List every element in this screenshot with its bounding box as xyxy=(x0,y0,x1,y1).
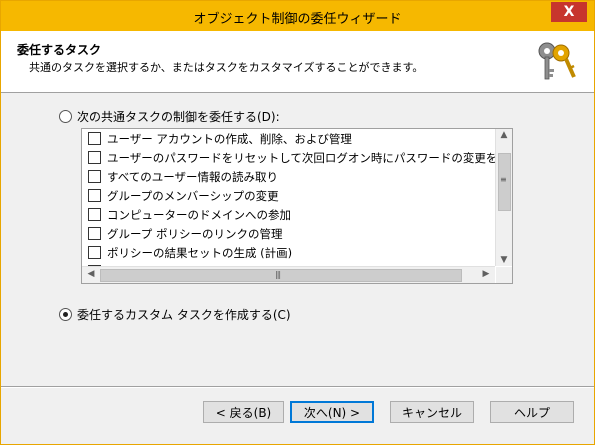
grip-icon: ||| xyxy=(275,270,281,279)
close-button[interactable]: X xyxy=(551,2,587,22)
keys-icon xyxy=(538,42,576,80)
task-checkbox[interactable] xyxy=(88,246,101,259)
grip-icon: ≡ xyxy=(500,175,507,184)
task-list-item[interactable]: すべてのユーザー情報の読み取り xyxy=(82,167,495,186)
scroll-down-icon[interactable]: ▼ xyxy=(496,255,512,265)
task-label: コンピューターのドメインへの参加 xyxy=(107,207,291,222)
task-list-item[interactable]: ユーザー アカウントの作成、削除、および管理 xyxy=(82,129,495,148)
task-label: グループのメンバーシップの変更 xyxy=(107,188,279,203)
scrollbar-corner xyxy=(496,267,512,283)
title-bar[interactable]: オブジェクト制御の委任ウィザード X xyxy=(1,1,594,31)
wizard-header: 委任するタスク 共通のタスクを選択するか、またはタスクをカスタマイズすることがで… xyxy=(1,31,594,93)
vertical-scroll-thumb[interactable]: ≡ xyxy=(498,153,511,211)
task-label: ポリシーの結果セットの生成 (計画) xyxy=(107,245,293,260)
task-checkbox[interactable] xyxy=(88,151,101,164)
task-list[interactable]: ユーザー アカウントの作成、削除、および管理ユーザーのパスワードをリセットして次… xyxy=(81,128,513,284)
task-label: すべてのユーザー情報の読み取り xyxy=(107,169,279,184)
task-checkbox[interactable] xyxy=(88,189,101,202)
wizard-window: オブジェクト制御の委任ウィザード X 委任するタスク 共通のタスクを選択するか、… xyxy=(0,0,595,445)
option-custom-task[interactable]: 委任するカスタム タスクを作成する(C) xyxy=(59,306,291,323)
page-subtitle: 共通のタスクを選択するか、またはタスクをカスタマイズすることができます。 xyxy=(29,61,424,74)
task-list-item[interactable]: グループのメンバーシップの変更 xyxy=(82,186,495,205)
task-label: グループ ポリシーのリンクの管理 xyxy=(107,226,283,241)
scroll-right-icon[interactable]: ▶ xyxy=(478,269,494,279)
horizontal-scrollbar[interactable]: ◀ ||| ▶ xyxy=(82,266,495,283)
vertical-scrollbar[interactable]: ▲ ≡ ▼ xyxy=(495,129,512,266)
common-tasks-label: 次の共通タスクの制御を委任する(D): xyxy=(77,110,280,124)
task-list-item[interactable]: グループ ポリシーのリンクの管理 xyxy=(82,224,495,243)
option-common-tasks[interactable]: 次の共通タスクの制御を委任する(D): xyxy=(59,108,280,125)
task-label: ユーザー アカウントの作成、削除、および管理 xyxy=(107,131,352,146)
help-button[interactable]: ヘルプ xyxy=(490,401,574,423)
custom-task-radio[interactable] xyxy=(59,308,72,321)
next-button[interactable]: 次へ(N) > xyxy=(290,401,374,423)
scroll-left-icon[interactable]: ◀ xyxy=(83,269,99,279)
custom-task-label: 委任するカスタム タスクを作成する(C) xyxy=(77,308,291,322)
task-checkbox[interactable] xyxy=(88,132,101,145)
task-checkbox[interactable] xyxy=(88,170,101,183)
task-list-item[interactable]: ユーザーのパスワードをリセットして次回ログオン時にパスワードの変更を要求する xyxy=(82,148,495,167)
task-list-item[interactable]: コンピューターのドメインへの参加 xyxy=(82,205,495,224)
window-title: オブジェクト制御の委任ウィザード xyxy=(193,12,402,27)
page-title: 委任するタスク xyxy=(17,43,102,57)
common-tasks-radio[interactable] xyxy=(59,110,72,123)
back-button[interactable]: < 戻る(B) xyxy=(203,401,284,423)
task-list-item[interactable]: ポリシーの結果セットの生成 (計画) xyxy=(82,243,495,262)
task-label: ユーザーのパスワードをリセットして次回ログオン時にパスワードの変更を要求する xyxy=(107,150,495,165)
horizontal-scroll-thumb[interactable]: ||| xyxy=(100,269,462,282)
task-checkbox[interactable] xyxy=(88,208,101,221)
task-list-items: ユーザー アカウントの作成、削除、および管理ユーザーのパスワードをリセットして次… xyxy=(82,129,495,266)
cancel-button[interactable]: キャンセル xyxy=(390,401,474,423)
task-checkbox[interactable] xyxy=(88,227,101,240)
close-icon: X xyxy=(563,4,575,20)
footer-divider xyxy=(1,386,594,388)
scroll-up-icon[interactable]: ▲ xyxy=(496,130,512,140)
